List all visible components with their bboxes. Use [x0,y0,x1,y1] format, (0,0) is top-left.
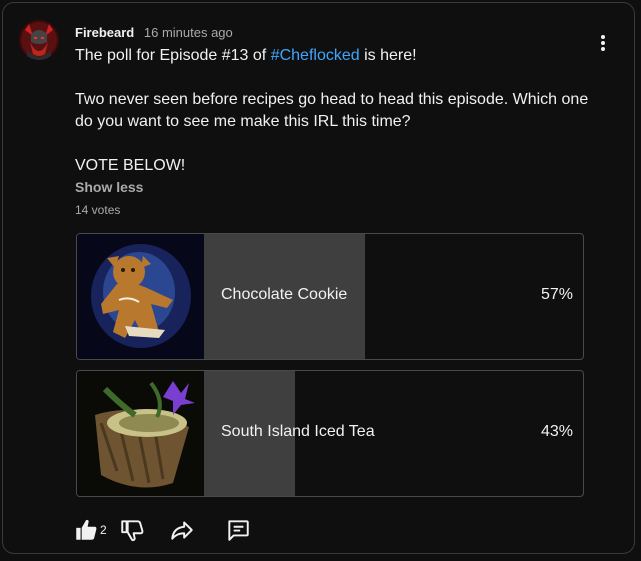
thumbs-up-icon [76,519,97,540]
poll-option-percent: 57% [540,286,573,303]
poll-option-south-island-iced-tea[interactable]: South Island Iced Tea 43% [76,370,584,497]
comment-icon [228,520,249,541]
thumbs-down-icon [121,520,144,542]
poll-option-image [77,234,204,359]
show-less-button[interactable]: Show less [75,179,143,195]
poll-option-percent: 43% [540,423,573,440]
author-name[interactable]: Firebeard [75,25,134,40]
hashtag-link[interactable]: #Cheflocked [271,47,360,64]
comment-button[interactable] [225,517,251,543]
post-paragraph-2: Two never seen before recipes go head to… [75,91,589,130]
poll-option-image [77,371,204,496]
dislike-button[interactable] [119,517,145,543]
coconut-drink-image [77,371,204,496]
poll-option-label: South Island Iced Tea [221,423,375,440]
dwarf-avatar-icon [19,20,59,60]
gingerbread-cookie-image [77,234,204,359]
post-text: The poll for Episode #13 of [75,47,271,64]
post-time[interactable]: 16 minutes ago [144,25,233,40]
more-vertical-icon [601,35,605,39]
post-text: is here! [359,47,417,64]
post-paragraph-3: VOTE BELOW! [75,157,186,174]
community-post-card: Firebeard 16 minutes ago The poll for Ep… [2,2,635,554]
poll-option-label: Chocolate Cookie [221,286,348,303]
post-body: The poll for Episode #13 of #Cheflocked … [75,45,605,177]
vote-count: 14 votes [75,203,121,217]
post-header: Firebeard 16 minutes ago [75,25,233,41]
avatar[interactable] [19,20,59,60]
like-count: 2 [100,523,107,537]
share-button[interactable] [169,517,195,543]
poll-option-chocolate-cookie[interactable]: Chocolate Cookie 57% [76,233,584,360]
post-line-1: The poll for Episode #13 of #Cheflocked … [75,45,605,67]
like-button[interactable] [73,517,99,543]
share-icon [171,521,193,540]
